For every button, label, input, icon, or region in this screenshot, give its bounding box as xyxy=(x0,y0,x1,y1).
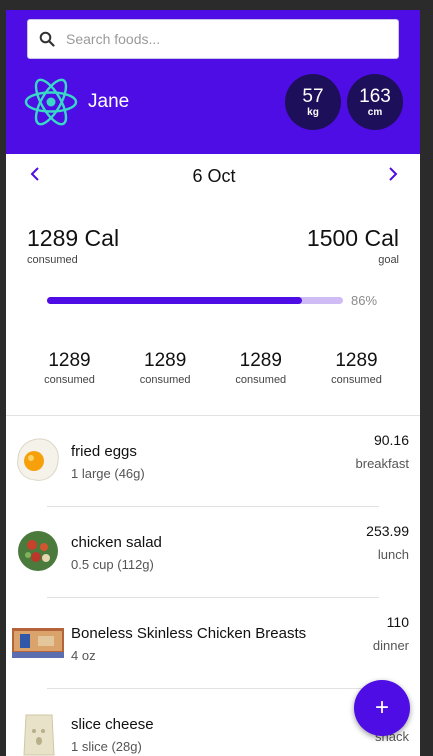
macro-value: 1289 xyxy=(48,350,91,371)
add-food-button[interactable]: + xyxy=(354,680,410,736)
search-input[interactable]: Search foods... xyxy=(66,31,160,47)
macro-label: consumed xyxy=(331,374,382,386)
plus-icon: + xyxy=(374,694,389,721)
food-calories: 253.99 xyxy=(366,523,409,539)
date-navigator: 6 Oct xyxy=(6,154,420,198)
app-screen: Search foods... Jane 57 kg 163 cm 6 Oct … xyxy=(6,10,420,756)
user-name: Jane xyxy=(88,91,130,112)
height-unit: cm xyxy=(367,106,383,118)
consumed-block: 1289 Cal consumed xyxy=(27,225,119,266)
date-label: 6 Oct xyxy=(192,165,236,186)
macro-item: 1289 consumed xyxy=(22,350,117,386)
consumed-label: consumed xyxy=(27,254,78,266)
macro-label: consumed xyxy=(235,374,287,386)
macro-item: 1289 consumed xyxy=(309,350,404,386)
react-logo-icon xyxy=(23,76,79,128)
search-icon xyxy=(28,19,66,59)
goal-value: 1500 Cal xyxy=(306,225,399,251)
food-calories: 110 xyxy=(386,614,409,630)
cheese-slice-image xyxy=(14,709,62,756)
weight-badge[interactable]: 57 kg xyxy=(285,74,341,130)
chevron-right-icon[interactable] xyxy=(387,165,399,188)
goal-block: 1500 Cal goal xyxy=(307,225,399,266)
fried-egg-image xyxy=(14,436,62,484)
food-meal: lunch xyxy=(377,547,409,562)
macro-value: 1289 xyxy=(335,350,378,371)
macro-item: 1289 consumed xyxy=(118,350,213,386)
food-name: chicken salad xyxy=(71,534,162,551)
food-list-item[interactable]: chicken salad 0.5 cup (112g) 253.99 lunc… xyxy=(6,507,420,598)
macro-value: 1289 xyxy=(239,350,282,371)
food-serving: 0.5 cup (112g) xyxy=(71,557,154,572)
chicken-salad-image xyxy=(14,527,62,575)
macro-value: 1289 xyxy=(144,350,187,371)
food-serving: 1 slice (28g) xyxy=(71,739,142,754)
header: Search foods... Jane 57 kg 163 cm xyxy=(6,10,420,154)
chevron-left-icon[interactable] xyxy=(29,165,41,188)
height-badge[interactable]: 163 cm xyxy=(347,74,403,130)
calorie-summary: 1289 Cal consumed 1500 Cal goal xyxy=(27,225,399,266)
food-name: Boneless Skinless Chicken Breasts xyxy=(71,625,307,642)
profile: Jane xyxy=(23,76,129,128)
weight-unit: kg xyxy=(307,106,319,118)
food-meal: breakfast xyxy=(355,456,409,471)
food-name: slice cheese xyxy=(71,716,154,733)
food-list-item[interactable]: fried eggs 1 large (46g) 90.16 breakfast xyxy=(6,416,420,507)
consumed-value: 1289 Cal xyxy=(27,225,120,251)
food-serving: 1 large (46g) xyxy=(71,466,145,481)
macro-label: consumed xyxy=(139,374,191,386)
food-serving: 4 oz xyxy=(71,648,96,663)
macro-item: 1289 consumed xyxy=(213,350,308,386)
macro-label: consumed xyxy=(44,374,95,386)
height-value: 163 xyxy=(359,85,391,107)
macro-summary: 1289 consumed 1289 consumed 1289 consume… xyxy=(22,350,404,386)
weight-value: 57 xyxy=(302,85,324,107)
chicken-package-image xyxy=(12,628,64,658)
food-calories: 90.16 xyxy=(373,432,409,448)
goal-label: goal xyxy=(378,254,399,266)
search-bar[interactable]: Search foods... xyxy=(27,19,399,59)
progress-fill xyxy=(47,297,302,304)
calorie-progress-bar xyxy=(47,297,343,304)
food-meal: dinner xyxy=(372,638,409,653)
food-list-item[interactable]: Boneless Skinless Chicken Breasts 4 oz 1… xyxy=(6,598,420,689)
progress-percent: 86% xyxy=(351,293,378,308)
food-name: fried eggs xyxy=(71,443,137,460)
